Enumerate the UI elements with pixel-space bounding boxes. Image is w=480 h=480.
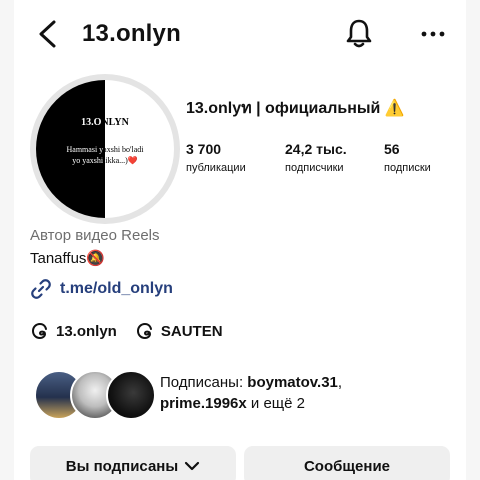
profile-link-text: t.me/old_onlyn [60, 280, 173, 297]
top-bar: 13.onlyn [14, 12, 466, 56]
threads-badge-2[interactable]: SAUTEN [135, 320, 223, 342]
stat-posts-label: публикации [186, 162, 246, 174]
display-name: 13.onlyท | официальный ⚠️ [186, 100, 405, 117]
stat-posts-value: 3 700 [186, 141, 222, 157]
mutual-avatar-3 [106, 370, 156, 420]
stat-followers[interactable]: 24,2 тыс. подписчики [285, 140, 347, 176]
mutual-prefix: Подписаны: [160, 374, 248, 391]
mutual-user-1: boymatov.31 [247, 374, 338, 391]
following-button[interactable]: Вы подписаны [30, 446, 236, 480]
back-icon[interactable] [34, 18, 62, 50]
stat-following-value: 56 [384, 141, 400, 157]
mutual-user-2: prime.1996x [160, 395, 247, 412]
stat-followers-label: подписчики [285, 162, 344, 174]
mutual-separator: , [337, 374, 343, 391]
mutual-followers-avatars[interactable] [34, 370, 158, 420]
header-username: 13.onlyn [82, 20, 181, 47]
stat-following[interactable]: 56 подписки [384, 140, 431, 176]
threads-icon [31, 322, 47, 340]
right-frame-edge [466, 0, 480, 480]
following-button-label: Вы подписаны [65, 457, 179, 475]
threads-badge-2-label: SAUTEN [160, 322, 223, 340]
mutual-followers-text[interactable]: Подписаны: boymatov.31, prime.1996x и ещ… [160, 372, 342, 414]
profile-screen: 13.onlyn 13.ONLYN Hammasi yaxshi bo'ladi… [14, 0, 466, 480]
stat-posts[interactable]: 3 700 публикации [186, 140, 246, 176]
more-icon[interactable] [418, 20, 448, 48]
bell-icon[interactable] [344, 17, 374, 49]
left-frame-edge [0, 0, 14, 480]
profile-category: Автор видео Reels [30, 227, 160, 244]
link-icon [31, 279, 51, 299]
avatar-caption: Hammasi yaxshi bo'ladi yo yaxshilikka...… [66, 145, 144, 165]
avatar[interactable]: 13.ONLYN Hammasi yaxshi bo'ladi yo yaxsh… [36, 80, 174, 218]
message-button[interactable]: Сообщение [244, 446, 450, 480]
stat-followers-value: 24,2 тыс. [285, 141, 347, 157]
chevron-down-icon [185, 461, 200, 471]
avatar-logo-text: 13.ONLYN [81, 117, 129, 128]
threads-badges: 13.onlyn SAUTEN [30, 320, 223, 342]
profile-link[interactable]: t.me/old_onlyn [30, 278, 173, 300]
threads-badge-1[interactable]: 13.onlyn [30, 320, 117, 342]
threads-icon [136, 322, 152, 340]
message-button-label: Сообщение [303, 457, 391, 475]
stat-following-label: подписки [384, 162, 431, 174]
profile-bio: Tanaffus🔕 [30, 250, 106, 267]
mutual-suffix: и ещё 2 [246, 395, 305, 412]
threads-badge-1-label: 13.onlyn [56, 322, 117, 340]
